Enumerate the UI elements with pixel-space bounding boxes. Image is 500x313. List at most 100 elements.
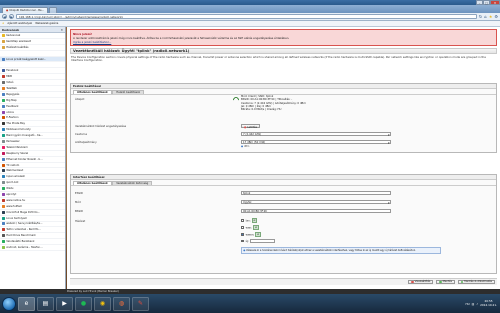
page-icon bbox=[2, 104, 5, 108]
ie-icon[interactable]: e bbox=[18, 296, 35, 311]
save-button[interactable]: Mentés bbox=[436, 279, 456, 284]
save-icon bbox=[439, 280, 442, 283]
network-hint: ● Válassza ki a hozzárendelni kívánt hál… bbox=[241, 247, 441, 254]
bank-icon bbox=[2, 75, 5, 79]
ship-icon bbox=[2, 122, 5, 126]
disable-icon: ● bbox=[244, 124, 247, 129]
new-checkbox[interactable] bbox=[241, 239, 244, 243]
txpower-hint: ● dBm bbox=[241, 145, 249, 148]
start-button[interactable] bbox=[2, 296, 16, 311]
language-indicator[interactable]: HU bbox=[465, 302, 469, 306]
channel-select[interactable]: 7 (2.442 GHz) bbox=[241, 131, 391, 136]
save-label: Mentés bbox=[442, 279, 453, 283]
alert-link[interactable]: Ugrás a jelszó beállításhoz... bbox=[73, 40, 111, 44]
sidebar-item-label: Webmentesd bbox=[6, 169, 24, 173]
firefox-icon[interactable]: ◍ bbox=[113, 296, 130, 311]
page-icon bbox=[2, 187, 5, 191]
page-icon: ● bbox=[6, 9, 9, 12]
reset-button[interactable]: Visszaállítás bbox=[408, 279, 434, 284]
bookmark-galeria[interactable]: Webszelet-galéria bbox=[35, 22, 58, 25]
mode-select[interactable]: Ügyfél bbox=[241, 199, 391, 204]
sidebar-item-label: Telekomfelvizem bbox=[6, 145, 28, 149]
gear-icon[interactable]: ⚙ bbox=[494, 14, 498, 19]
sidebar-item[interactable]: Android, kerámia - Telefon... bbox=[0, 245, 65, 251]
network-badge: ⇄ bbox=[252, 225, 259, 230]
reset-label: Visszaállítás bbox=[414, 279, 431, 283]
minimize-button[interactable]: – bbox=[476, 0, 483, 5]
back-button[interactable]: ◀ bbox=[2, 14, 7, 19]
txpower-hint-text: dBm bbox=[243, 145, 250, 148]
network-option-wan[interactable]: wan: ⇄ bbox=[241, 225, 259, 230]
page-icon bbox=[2, 181, 5, 185]
essid-input[interactable]: tplink bbox=[241, 190, 391, 195]
sidebar-item-label: Wistu bbox=[6, 187, 14, 191]
page-description: The Device Configuration section covers … bbox=[71, 54, 486, 62]
system-tray: HU ▥ ♪ 20:55 2014.10.21. bbox=[465, 294, 497, 313]
wwan-checkbox[interactable] bbox=[241, 233, 244, 236]
sidebar-item-label: Facebook bbox=[6, 69, 19, 73]
save-apply-icon bbox=[461, 280, 464, 283]
sidebar-item-label: Mobilescommunity bbox=[6, 128, 31, 132]
alert-text: A rendszer adminisztrációs jelszó még ni… bbox=[73, 35, 290, 40]
page-icon bbox=[2, 128, 5, 132]
tab-wireless-security[interactable]: Vezetéknélküli biztonság bbox=[112, 180, 153, 185]
tv-icon bbox=[2, 86, 5, 90]
favorites-star-icon[interactable]: ★ bbox=[2, 22, 4, 25]
iface-config-section: Interfész beállításai Általános beállítá… bbox=[70, 174, 497, 274]
network-icon[interactable]: ▥ bbox=[472, 302, 475, 306]
bookmark-ajanlott[interactable]: Ajánlott webhelyek bbox=[7, 22, 32, 25]
home-icon[interactable]: ⌂ bbox=[484, 14, 487, 19]
page-icon bbox=[2, 145, 5, 149]
device-config-section: Eszköz beállításai Általános beállítások… bbox=[70, 83, 497, 153]
taskbar: e ▤ ▶ ● ◉ ◍ ✎ HU ▥ ♪ 20:55 2014.10.21. bbox=[0, 294, 500, 313]
address-bar[interactable]: 192.168.1.1/cgi-bin/luci/;stok=.../admin… bbox=[16, 13, 477, 20]
page-icon bbox=[2, 57, 5, 61]
bssid-input[interactable]: 00:A1:00:B0:3F:9C bbox=[241, 208, 391, 213]
save-apply-button[interactable]: Mentés & Alkalmazás bbox=[458, 279, 495, 284]
main-content: Nincs jelszó! A rendszer adminisztrációs… bbox=[67, 27, 500, 289]
close-button[interactable]: ✕ bbox=[490, 0, 500, 5]
page-icon bbox=[2, 228, 5, 232]
sidebar-item-label: The Pirate Bay bbox=[6, 122, 26, 126]
tab-iface-general[interactable]: Általános beállítások bbox=[73, 180, 112, 185]
chrome-icon[interactable]: ◉ bbox=[94, 296, 111, 311]
sidebar-item-label: weboki / Savvy kiállítás/ta... bbox=[6, 222, 43, 226]
lan-checkbox[interactable] bbox=[241, 219, 244, 222]
page-icon bbox=[2, 198, 5, 202]
disable-button-label: Letiltás bbox=[247, 124, 257, 129]
spotify-icon[interactable]: ● bbox=[75, 296, 92, 311]
sidebar-item-label: Hard Drive Benchmark bbox=[6, 234, 36, 238]
wan-checkbox[interactable] bbox=[241, 226, 244, 229]
info-icon: ● bbox=[243, 248, 246, 252]
folder-icon[interactable]: ▤ bbox=[37, 296, 54, 311]
clock[interactable]: 20:55 2014.10.21. bbox=[480, 299, 497, 307]
close-icon[interactable]: ✕ bbox=[61, 28, 63, 32]
disable-button[interactable]: ● Letiltás bbox=[241, 123, 260, 129]
sidebar-title: Kedvencek bbox=[2, 27, 20, 32]
tab-advanced[interactable]: Haladó beállítások bbox=[112, 89, 145, 94]
network-hint-text: Válassza ki a hozzárendelni kívánt hálóz… bbox=[246, 248, 416, 252]
network-option-new[interactable]: új: bbox=[241, 239, 275, 243]
android-icon bbox=[2, 246, 5, 249]
video-icon bbox=[2, 81, 5, 85]
enable-label: Vezetéknélküli hálózat engedélyezése bbox=[75, 124, 127, 128]
maximize-button[interactable]: □ bbox=[483, 0, 490, 5]
sidebar-item-label: Big Map bbox=[6, 98, 17, 102]
media-icon[interactable]: ▶ bbox=[56, 296, 73, 311]
star-icon[interactable]: ★ bbox=[489, 14, 493, 19]
network-option-lan[interactable]: lan: ⇄ bbox=[241, 218, 258, 223]
paint-icon[interactable]: ✎ bbox=[132, 296, 149, 311]
refresh-icon[interactable]: ↻ bbox=[479, 14, 482, 19]
sidebar-item-label: MKB bbox=[6, 75, 12, 79]
new-network-input[interactable] bbox=[249, 239, 275, 243]
forward-button[interactable]: ▶ bbox=[9, 14, 14, 19]
channel-label: Csatorna bbox=[75, 132, 88, 136]
sidebar-item-label: Linux privát beágyazott kazz... bbox=[6, 57, 47, 61]
txpower-select[interactable]: 17 dBm (50 mW) bbox=[241, 139, 391, 144]
tab-general[interactable]: Általános beállítások bbox=[73, 89, 112, 94]
volume-icon[interactable]: ♪ bbox=[476, 302, 478, 306]
network-option-wwan[interactable]: wwan: ⇄ bbox=[241, 232, 262, 237]
star-icon bbox=[2, 33, 5, 37]
mode-label: Mód bbox=[75, 200, 81, 204]
facebook-icon bbox=[2, 69, 5, 73]
